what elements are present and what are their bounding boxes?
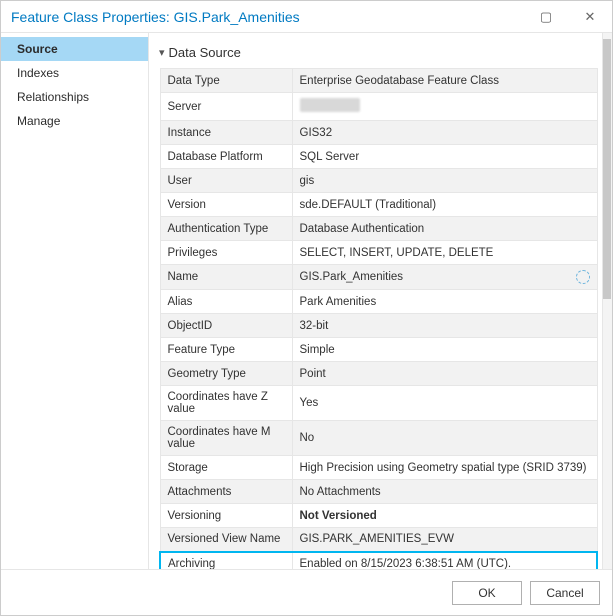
property-row: Authentication TypeDatabase Authenticati… — [160, 217, 597, 241]
property-row: Coordinates have Z valueYes — [160, 386, 597, 421]
dialog-footer: OK Cancel — [1, 569, 612, 615]
property-label: ObjectID — [160, 314, 292, 338]
property-value: Yes — [292, 386, 597, 421]
property-row: ArchivingEnabled on 8/15/2023 6:38:51 AM… — [160, 552, 597, 570]
titlebar: Feature Class Properties: GIS.Park_Ameni… — [1, 1, 612, 33]
property-label: Alias — [160, 290, 292, 314]
section-title: Data Source — [169, 45, 241, 60]
property-label: Storage — [160, 456, 292, 480]
property-row: AliasPark Amenities — [160, 290, 597, 314]
property-value: GIS.Park_Amenities — [292, 265, 597, 290]
close-button[interactable]: ✕ — [568, 1, 612, 32]
scrollbar[interactable] — [602, 33, 612, 569]
property-label: Attachments — [160, 480, 292, 504]
property-row: ObjectID32-bit — [160, 314, 597, 338]
property-table: Data TypeEnterprise Geodatabase Feature … — [159, 68, 598, 569]
property-label: Database Platform — [160, 145, 292, 169]
content-pane: ▾ Data Source Data TypeEnterprise Geodat… — [149, 33, 612, 569]
sidebar: SourceIndexesRelationshipsManage — [1, 33, 149, 569]
property-row: AttachmentsNo Attachments — [160, 480, 597, 504]
sidebar-item-relationships[interactable]: Relationships — [1, 85, 148, 109]
property-value: No — [292, 421, 597, 456]
window-title: Feature Class Properties: GIS.Park_Ameni… — [11, 9, 300, 25]
maximize-button[interactable]: ▢ — [524, 1, 568, 32]
sidebar-item-manage[interactable]: Manage — [1, 109, 148, 133]
property-label: Instance — [160, 121, 292, 145]
redacted-value — [300, 98, 360, 112]
property-row: Coordinates have M valueNo — [160, 421, 597, 456]
sidebar-item-source[interactable]: Source — [1, 37, 148, 61]
scrollbar-thumb[interactable] — [603, 39, 611, 299]
property-label: Geometry Type — [160, 362, 292, 386]
property-row: VersioningNot Versioned — [160, 504, 597, 528]
property-label: Authentication Type — [160, 217, 292, 241]
property-label: Data Type — [160, 69, 292, 93]
sidebar-item-indexes[interactable]: Indexes — [1, 61, 148, 85]
property-row: Data TypeEnterprise Geodatabase Feature … — [160, 69, 597, 93]
property-row: Geometry TypePoint — [160, 362, 597, 386]
property-label: Archiving — [160, 552, 292, 570]
property-value: 32-bit — [292, 314, 597, 338]
property-label: Feature Type — [160, 338, 292, 362]
chevron-down-icon: ▾ — [159, 46, 165, 59]
property-row: Versioned View NameGIS.PARK_AMENITIES_EV… — [160, 528, 597, 552]
property-row: Versionsde.DEFAULT (Traditional) — [160, 193, 597, 217]
property-label: Versioned View Name — [160, 528, 292, 552]
property-label: Coordinates have M value — [160, 421, 292, 456]
property-label: Privileges — [160, 241, 292, 265]
property-value: Enabled on 8/15/2023 6:38:51 AM (UTC). — [292, 552, 597, 570]
property-label: Name — [160, 265, 292, 290]
property-label: Coordinates have Z value — [160, 386, 292, 421]
property-value: Enterprise Geodatabase Feature Class — [292, 69, 597, 93]
property-label: User — [160, 169, 292, 193]
cancel-button[interactable]: Cancel — [530, 581, 600, 605]
property-label: Version — [160, 193, 292, 217]
feature-class-icon — [576, 270, 590, 284]
property-value: SELECT, INSERT, UPDATE, DELETE — [292, 241, 597, 265]
section-header[interactable]: ▾ Data Source — [159, 45, 598, 60]
property-row: PrivilegesSELECT, INSERT, UPDATE, DELETE — [160, 241, 597, 265]
property-row: Feature TypeSimple — [160, 338, 597, 362]
property-value: Database Authentication — [292, 217, 597, 241]
property-value: High Precision using Geometry spatial ty… — [292, 456, 597, 480]
property-value: sde.DEFAULT (Traditional) — [292, 193, 597, 217]
property-value: Simple — [292, 338, 597, 362]
property-row: Database PlatformSQL Server — [160, 145, 597, 169]
property-row: Server — [160, 93, 597, 121]
property-value: GIS.PARK_AMENITIES_EVW — [292, 528, 597, 552]
property-value: GIS32 — [292, 121, 597, 145]
property-value: Point — [292, 362, 597, 386]
property-row: NameGIS.Park_Amenities — [160, 265, 597, 290]
property-value: Park Amenities — [292, 290, 597, 314]
property-label: Server — [160, 93, 292, 121]
ok-button[interactable]: OK — [452, 581, 522, 605]
property-value: Not Versioned — [292, 504, 597, 528]
property-row: StorageHigh Precision using Geometry spa… — [160, 456, 597, 480]
property-value: No Attachments — [292, 480, 597, 504]
property-row: Usergis — [160, 169, 597, 193]
property-value — [292, 93, 597, 121]
property-label: Versioning — [160, 504, 292, 528]
property-value: SQL Server — [292, 145, 597, 169]
property-value: gis — [292, 169, 597, 193]
property-row: InstanceGIS32 — [160, 121, 597, 145]
